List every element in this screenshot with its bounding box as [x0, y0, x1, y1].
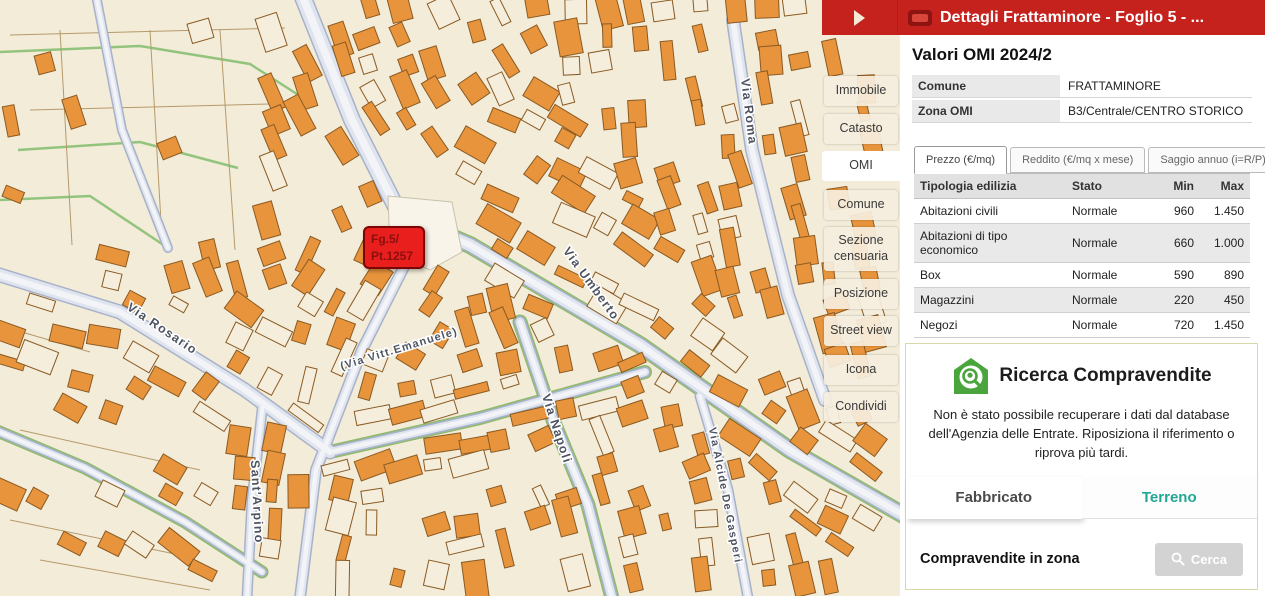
table-cell: 890	[1200, 263, 1250, 288]
cerca-button[interactable]: Cerca	[1155, 543, 1243, 576]
marker-particella: Pt.1257	[371, 248, 423, 265]
table-cell: Normale	[1066, 313, 1158, 338]
table-row: NegoziNormale7201.450	[914, 313, 1250, 338]
status-badge-icon	[908, 10, 932, 26]
table-cell: Normale	[1066, 224, 1158, 263]
ricerca-compravendite-card: Ricerca Compravendite Non è stato possib…	[905, 343, 1258, 590]
table-cell: 1.450	[1200, 313, 1250, 338]
marker-foglio: Fg.5/	[371, 231, 423, 248]
play-arrow-icon	[854, 10, 865, 26]
table-cell: 1.450	[1200, 199, 1250, 224]
card-tab-fabbricato[interactable]: Fabbricato	[906, 477, 1082, 519]
panel-title: Dettagli Frattaminore - Foglio 5 - ...	[940, 9, 1204, 27]
card-title: Ricerca Compravendite	[999, 365, 1211, 387]
detail-header: Dettagli Frattaminore - Foglio 5 - ...	[822, 0, 1265, 35]
omi-tab-prezzo-mq-[interactable]: Prezzo (€/mq)	[914, 146, 1007, 174]
house-search-icon	[951, 356, 991, 396]
table-cell: 450	[1200, 288, 1250, 313]
table-cell: 720	[1158, 313, 1200, 338]
omi-tab-reddito-mq-x-mese-[interactable]: Reddito (€/mq x mese)	[1010, 147, 1145, 173]
column-header: Stato	[1066, 174, 1158, 199]
app-window: Via RomaVia UmbertoVia RosarioVia Napoli…	[0, 0, 1265, 596]
table-cell: Normale	[1066, 288, 1158, 313]
cerca-button-label: Cerca	[1191, 552, 1227, 567]
zona-omi-row: Zona OMI B3/Centrale/CENTRO STORICO	[912, 100, 1252, 123]
table-cell: Magazzini	[914, 288, 1066, 313]
table-cell: Abitazioni di tipo economico	[914, 224, 1066, 263]
sidebar-item-immobile[interactable]: Immobile	[824, 76, 898, 106]
table-cell: Abitazioni civili	[914, 199, 1066, 224]
omi-tab-saggio-annuo-i-r-p-[interactable]: Saggio annuo (i=R/P)	[1148, 147, 1265, 173]
comune-label: Comune	[912, 75, 1060, 97]
table-row: Abitazioni di tipo economicoNormale6601.…	[914, 224, 1250, 263]
column-header: Min	[1158, 174, 1200, 199]
zona-omi-label: Zona OMI	[912, 100, 1060, 122]
sidebar-item-icona[interactable]: Icona	[824, 355, 898, 385]
card-tabstrip: FabbricatoTerreno	[906, 477, 1257, 519]
omi-values-table: Tipologia ediliziaStatoMinMax Abitazioni…	[914, 173, 1250, 338]
table-cell: 220	[1158, 288, 1200, 313]
collapse-panel-button[interactable]	[822, 0, 898, 35]
table-row: MagazziniNormale220450	[914, 288, 1250, 313]
sidebar-item-street-view[interactable]: Street view	[824, 316, 898, 346]
table-cell: 590	[1158, 263, 1200, 288]
map-parcel-marker[interactable]: Fg.5/ Pt.1257	[363, 226, 425, 269]
table-cell: 960	[1158, 199, 1200, 224]
column-header: Tipologia edilizia	[914, 174, 1066, 199]
table-cell: Negozi	[914, 313, 1066, 338]
table-cell: 1.000	[1200, 224, 1250, 263]
sidebar-item-condividi[interactable]: Condividi	[824, 392, 898, 422]
card-title-row: Ricerca Compravendite	[906, 356, 1257, 396]
zona-omi-value: B3/Centrale/CENTRO STORICO	[1060, 100, 1252, 122]
table-cell: Normale	[1066, 263, 1158, 288]
card-error-message: Non è stato possibile recuperare i dati …	[916, 406, 1247, 463]
search-icon	[1171, 552, 1185, 566]
omi-detail-panel: Valori OMI 2024/2 Comune FRATTAMINORE Zo…	[900, 35, 1265, 596]
sidebar-item-catasto[interactable]: Catasto	[824, 114, 898, 144]
table-cell: Box	[914, 263, 1066, 288]
card-bottom-row: Compravendite in zona Cerca	[920, 543, 1243, 576]
table-row: BoxNormale590890	[914, 263, 1250, 288]
sidebar-item-comune[interactable]: Comune	[824, 190, 898, 220]
sidebar-menu: Immobile Catasto OMI Comune Sezione censuari…	[822, 35, 900, 596]
column-header: Max	[1200, 174, 1250, 199]
table-cell: Normale	[1066, 199, 1158, 224]
sidebar-item-sezione-censuaria[interactable]: Sezione censuaria	[824, 227, 898, 271]
panel-heading: Valori OMI 2024/2	[912, 45, 1265, 65]
location-info: Comune FRATTAMINORE Zona OMI B3/Centrale…	[912, 75, 1252, 123]
card-tab-terreno[interactable]: Terreno	[1082, 477, 1258, 519]
comune-row: Comune FRATTAMINORE	[912, 75, 1252, 98]
sidebar-item-omi[interactable]: OMI	[822, 151, 900, 181]
table-header-row: Tipologia ediliziaStatoMinMax	[914, 174, 1250, 199]
comune-value: FRATTAMINORE	[1060, 75, 1252, 97]
table-row: Abitazioni civiliNormale9601.450	[914, 199, 1250, 224]
sidebar-item-posizione[interactable]: Posizione	[824, 279, 898, 309]
cadastral-map[interactable]: Via RomaVia UmbertoVia RosarioVia Napoli…	[0, 0, 910, 596]
omi-values-tabstrip: Prezzo (€/mq)Reddito (€/mq x mese)Saggio…	[914, 145, 1265, 173]
table-cell: 660	[1158, 224, 1200, 263]
zone-search-label: Compravendite in zona	[920, 551, 1080, 567]
